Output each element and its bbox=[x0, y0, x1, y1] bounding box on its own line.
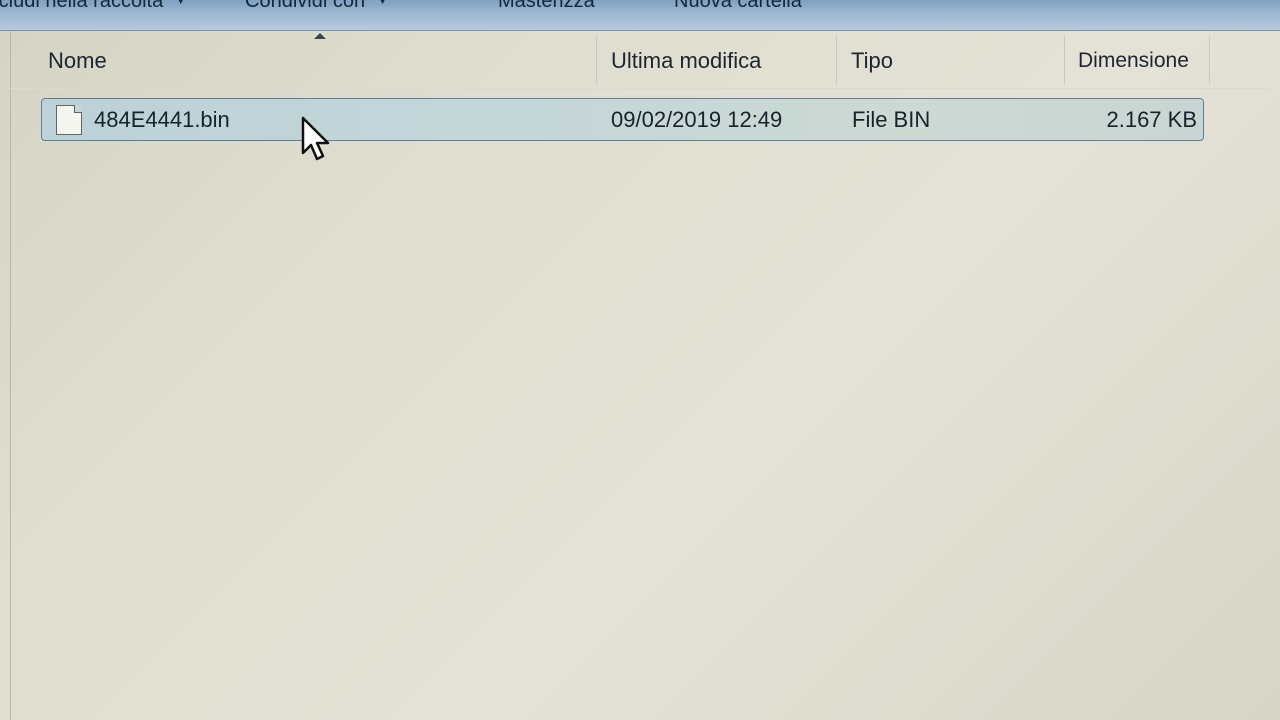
column-header-name-label: Nome bbox=[48, 48, 107, 73]
file-modified: 09/02/2019 12:49 bbox=[611, 106, 783, 132]
chevron-down-icon: ▼ bbox=[175, 0, 187, 7]
column-header-type-label: Tipo bbox=[851, 48, 893, 73]
file-icon bbox=[56, 105, 82, 135]
burn-button[interactable]: Masterizza bbox=[498, 0, 595, 16]
column-separator[interactable] bbox=[1209, 36, 1210, 84]
new-folder-label: Nuova cartella bbox=[674, 0, 802, 12]
column-separator[interactable] bbox=[596, 36, 597, 84]
column-header-size[interactable]: Dimensione bbox=[1078, 34, 1208, 88]
column-separator[interactable] bbox=[1064, 36, 1065, 84]
column-header-modified[interactable]: Ultima modifica bbox=[611, 34, 833, 88]
mouse-pointer-icon bbox=[301, 116, 330, 161]
column-separator[interactable] bbox=[836, 36, 837, 84]
chevron-down-icon: ▼ bbox=[377, 0, 388, 7]
new-folder-button[interactable]: Nuova cartella bbox=[674, 0, 802, 16]
column-header-modified-label: Ultima modifica bbox=[611, 48, 762, 73]
column-header-size-label: Dimensione bbox=[1078, 49, 1189, 72]
command-bar: Includi nella raccolta ▼ Condividi con ▼… bbox=[0, 0, 1280, 31]
column-header-type[interactable]: Tipo bbox=[851, 34, 1061, 88]
file-name: 484E4441.bin bbox=[94, 106, 230, 132]
include-in-library-button[interactable]: Includi nella raccolta ▼ bbox=[0, 0, 186, 16]
file-size: 2.167 KB bbox=[1106, 106, 1197, 132]
column-header-name[interactable]: Nome bbox=[48, 34, 593, 88]
include-in-library-label: Includi nella raccolta bbox=[0, 0, 164, 12]
share-with-button[interactable]: Condividi con ▼ bbox=[245, 0, 388, 16]
burn-label: Masterizza bbox=[498, 0, 595, 12]
table-row[interactable]: 484E4441.bin 09/02/2019 12:49 File BIN 2… bbox=[41, 98, 1204, 141]
file-type: File BIN bbox=[852, 106, 931, 132]
share-with-label: Condividi con bbox=[245, 0, 366, 12]
header-divider bbox=[10, 88, 1270, 89]
